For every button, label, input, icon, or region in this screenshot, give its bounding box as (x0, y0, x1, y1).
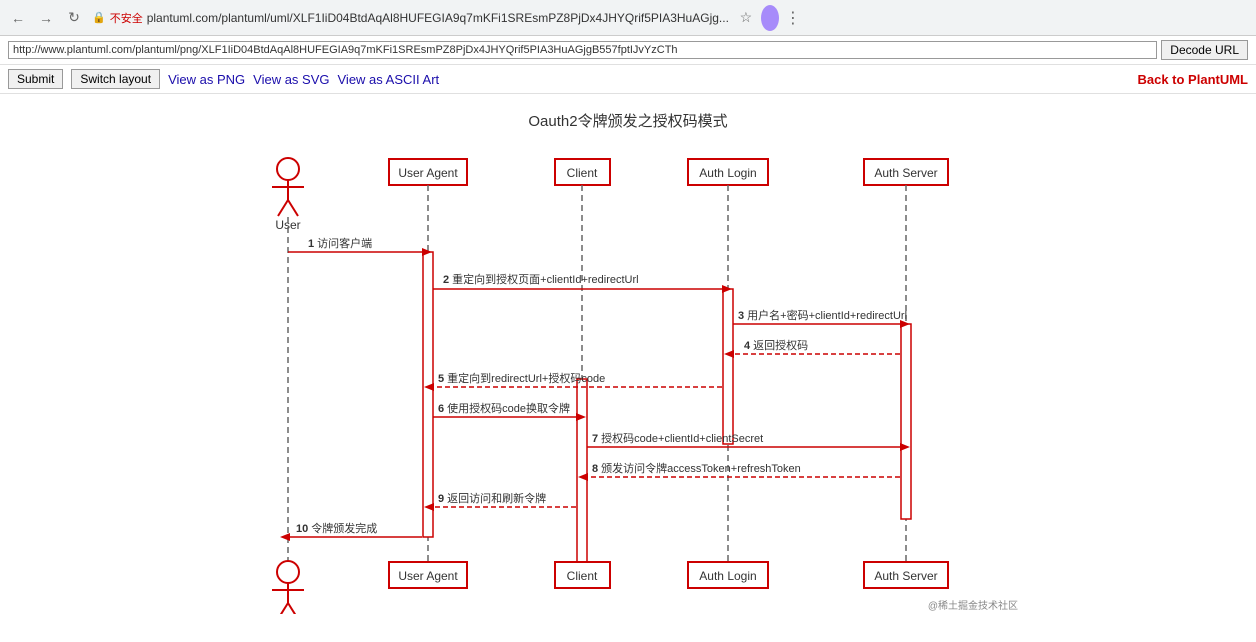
svg-text:Auth Login: Auth Login (699, 166, 756, 180)
svg-text:Auth Server: Auth Server (874, 166, 937, 180)
view-ascii-link[interactable]: View as ASCII Art (338, 72, 440, 87)
url-decode-row: Decode URL (0, 36, 1256, 65)
view-svg-link[interactable]: View as SVG (253, 72, 329, 87)
sequence-diagram-svg: Oauth2令牌颁发之授权码模式 User User Agent Client … (228, 104, 1028, 614)
bookmark-icon[interactable]: ☆ (737, 9, 755, 27)
security-badge: 🔒 不安全 plantuml.com/plantuml/uml/XLF1IiD0… (92, 10, 729, 26)
lock-icon: 🔒 (92, 11, 106, 24)
svg-text:9 返回访问和刷新令牌: 9 返回访问和刷新令牌 (438, 491, 546, 505)
diagram-area: Oauth2令牌颁发之授权码模式 User User Agent Client … (0, 94, 1256, 624)
switch-layout-button[interactable]: Switch layout (71, 69, 160, 89)
forward-button[interactable]: → (36, 8, 56, 28)
browser-icons: ☆ ⋮ (737, 8, 801, 28)
svg-text:2 重定向到授权页面+clientId+redirectUr: 2 重定向到授权页面+clientId+redirectUrl (443, 272, 639, 286)
url-decode-input[interactable] (8, 41, 1157, 59)
svg-text:7 授权码code+clientId+clientSecre: 7 授权码code+clientId+clientSecret (592, 431, 763, 445)
submit-button[interactable]: Submit (8, 69, 63, 89)
svg-text:3 用户名+密码+clientId+redirectUrl: 3 用户名+密码+clientId+redirectUrl (738, 308, 907, 322)
svg-text:10 令牌颁发完成: 10 令牌颁发完成 (296, 521, 377, 535)
diagram-title: Oauth2令牌颁发之授权码模式 (528, 113, 727, 130)
view-png-link[interactable]: View as PNG (168, 72, 245, 87)
svg-text:Client: Client (567, 166, 598, 180)
svg-text:Auth Server: Auth Server (874, 569, 937, 583)
svg-text:Client: Client (567, 569, 598, 583)
svg-text:Auth Login: Auth Login (699, 569, 756, 583)
menu-button[interactable]: ⋮ (785, 8, 801, 28)
svg-text:8 颁发访问令牌accessToken+refreshTok: 8 颁发访问令牌accessToken+refreshToken (592, 461, 801, 475)
back-button[interactable]: ← (8, 8, 28, 28)
svg-text:@稀土掘金技术社区: @稀土掘金技术社区 (928, 599, 1018, 612)
url-display: plantuml.com/plantuml/uml/XLF1IiD04BtdAq… (147, 11, 729, 25)
reload-button[interactable]: ↻ (64, 8, 84, 28)
svg-text:5 重定向到redirectUrl+授权码code: 5 重定向到redirectUrl+授权码code (438, 371, 605, 385)
svg-text:1 访问客户端: 1 访问客户端 (308, 236, 372, 250)
browser-chrome: ← → ↻ 🔒 不安全 plantuml.com/plantuml/uml/XL… (0, 0, 1256, 36)
svg-text:User Agent: User Agent (398, 166, 458, 180)
svg-text:4 返回授权码: 4 返回授权码 (744, 338, 808, 352)
svg-text:User Agent: User Agent (398, 569, 458, 583)
svg-text:6 使用授权码code换取令牌: 6 使用授权码code换取令牌 (438, 401, 570, 415)
profile-icon[interactable] (761, 9, 779, 27)
controls-row: Submit Switch layout View as PNG View as… (0, 65, 1256, 94)
back-to-plantuml-link[interactable]: Back to PlantUML (1137, 72, 1248, 87)
decode-url-button[interactable]: Decode URL (1161, 40, 1248, 60)
